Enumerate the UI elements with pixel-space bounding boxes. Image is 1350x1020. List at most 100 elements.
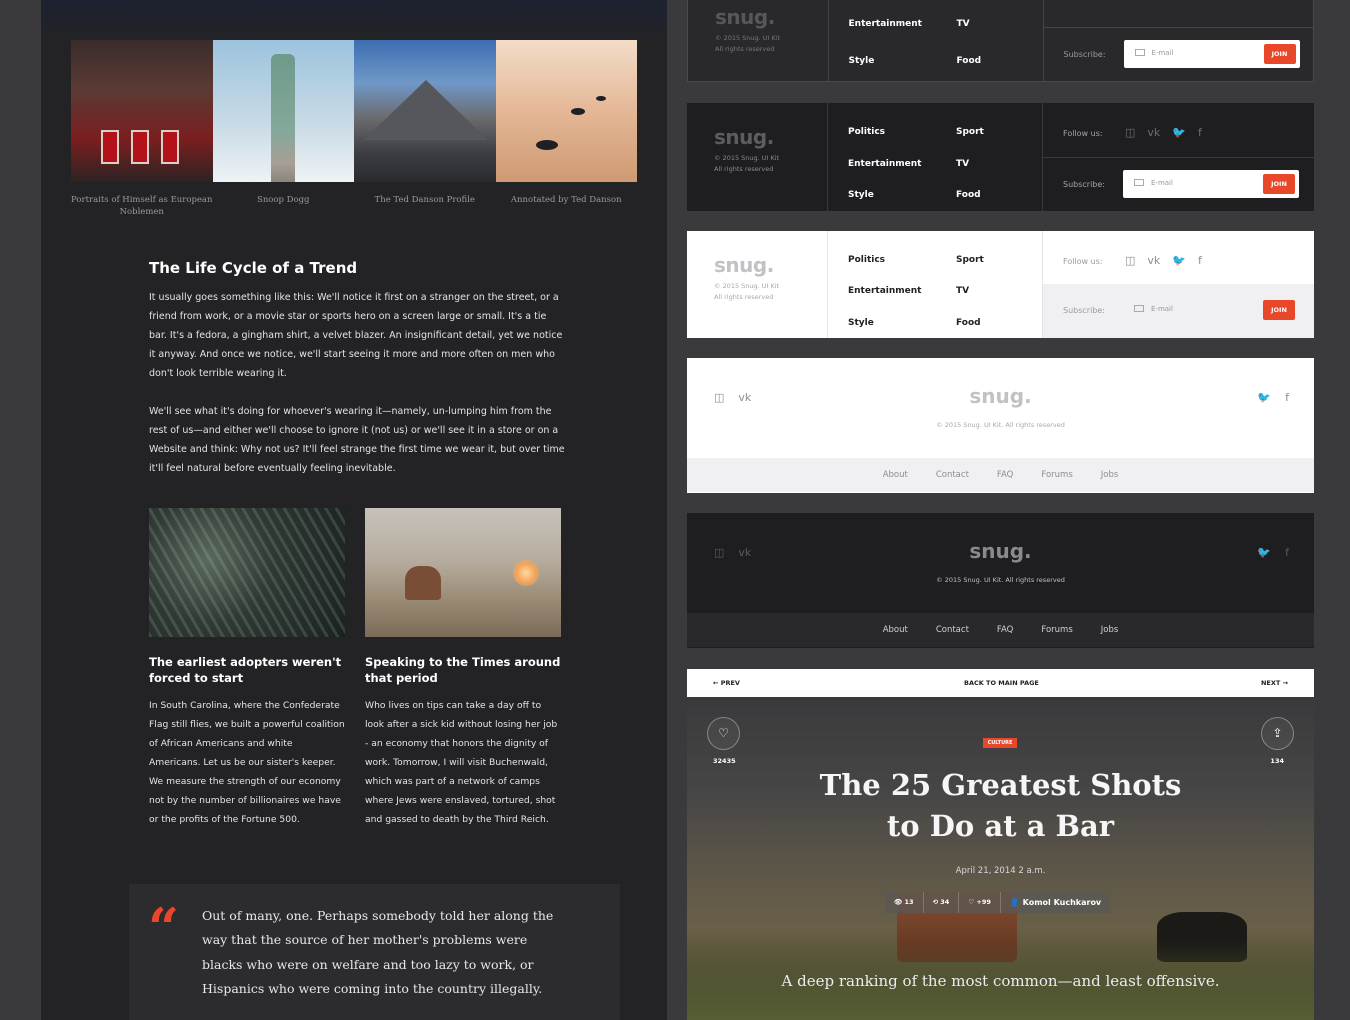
footer-nav-faq[interactable]: FAQ [997, 470, 1013, 480]
subscribe-label: Subscribe: [1063, 50, 1106, 59]
footer-centered-light: ◫ vk snug. © 2015 Snug. UI Kit. All righ… [687, 358, 1314, 493]
email-field[interactable]: E-mail JOIN [1123, 170, 1299, 198]
gallery-photo-desert[interactable] [495, 40, 637, 182]
footer-variant-dark-outlined: snug. © 2015 Snug. UI Kit All rights rese… [687, 0, 1314, 82]
comments-count[interactable]: ⟲ 34 [924, 892, 960, 913]
back-to-main-button[interactable]: BACK TO MAIN PAGE [964, 679, 1039, 687]
facebook-icon[interactable]: f [1285, 391, 1289, 404]
column-heading: The earliest adopters weren't forced to … [149, 655, 342, 685]
footer-link-entertainment[interactable]: Entertainment [848, 159, 956, 180]
footer-link-style[interactable]: Style [848, 318, 956, 338]
footer-link-sport[interactable]: Sport [956, 127, 1056, 148]
like-icon[interactable]: ♡ [707, 717, 740, 750]
footer-nav-forums[interactable]: Forums [1041, 625, 1072, 635]
footer-copyright: © 2015 Snug. UI Kit All rights reserved [714, 282, 780, 301]
column-right: Speaking to the Times around that period… [365, 508, 561, 848]
footer-link-tv[interactable]: TV [957, 19, 1057, 44]
footer-nav-about[interactable]: About [883, 625, 908, 635]
prev-button[interactable]: ← PREV [713, 679, 740, 687]
gallery-photo-statue-of-liberty[interactable] [212, 40, 354, 182]
gallery-photo-music-hall[interactable] [71, 40, 213, 182]
vk-icon[interactable]: vk [1147, 126, 1160, 139]
hero-image-bottom [41, 0, 667, 40]
author-link[interactable]: 👤 Komol Kuchkarov [1001, 892, 1110, 913]
footer-link-entertainment[interactable]: Entertainment [848, 286, 956, 306]
email-field[interactable]: E-mail JOIN [1123, 40, 1300, 68]
views-count: 👁 13 [885, 892, 924, 913]
gallery-caption: Snoop Dogg [257, 195, 310, 205]
footer-link-sport[interactable]: Sport [957, 0, 1057, 8]
social-icons-right: 🐦 f [1257, 391, 1289, 404]
footer-nav-forums[interactable]: Forums [1041, 470, 1072, 480]
twitter-icon[interactable]: 🐦 [1257, 391, 1271, 404]
email-field[interactable]: E-mail JOIN [1123, 296, 1299, 324]
footer-social-subscribe: Follow us: ◫ vk 🐦 f Subscribe: E-mail JO… [1043, 231, 1314, 338]
hero-date: April 21, 2014 2 a.m. [955, 866, 1046, 876]
join-button[interactable]: JOIN [1263, 44, 1296, 64]
footer-logo[interactable]: snug. [714, 125, 779, 149]
hero-background-image: ♡ 32435 ⇪ 134 CULTURE The 25 Greatest Sh… [687, 697, 1314, 1020]
next-button[interactable]: NEXT → [1261, 679, 1288, 687]
footer-nav-contact[interactable]: Contact [936, 625, 969, 635]
footer-link-style[interactable]: Style [848, 190, 956, 211]
footer-link-tv[interactable]: TV [956, 159, 1056, 180]
footer-link-politics[interactable]: Politics [849, 0, 957, 8]
follow-label: Follow us: [1063, 129, 1103, 138]
footer-centered-top: ◫ vk snug. © 2015 Snug. UI Kit. All righ… [687, 513, 1314, 613]
column-heading: Speaking to the Times around that period [365, 655, 561, 685]
footer-link-tv[interactable]: TV [956, 286, 1056, 306]
footer-nav-about[interactable]: About [883, 470, 908, 480]
join-button[interactable]: JOIN [1263, 174, 1295, 194]
article-paragraph: It usually goes something like this: We'… [149, 292, 563, 379]
mail-icon [1134, 49, 1145, 56]
column-image-deer[interactable] [365, 508, 561, 637]
instagram-icon[interactable]: ◫ [1125, 254, 1135, 267]
hero-deck: A deep ranking of the most common—and le… [781, 972, 1220, 990]
footer-logo[interactable]: snug. [687, 384, 1314, 408]
facebook-icon[interactable]: f [1198, 254, 1202, 267]
likes-count[interactable]: ♡ +99 [959, 892, 1001, 913]
photo-gallery [71, 40, 637, 182]
footer-link-food[interactable]: Food [956, 318, 1056, 338]
instagram-icon[interactable]: ◫ [1125, 126, 1135, 139]
article-stats: 👁 13 ⟲ 34 ♡ +99 👤 Komol Kuchkarov [885, 892, 1111, 913]
footer-link-politics[interactable]: Politics [848, 127, 956, 148]
footer-nav-jobs[interactable]: Jobs [1101, 470, 1119, 480]
category-tag[interactable]: CULTURE [983, 738, 1017, 748]
column-image-forest[interactable] [149, 508, 345, 637]
facebook-icon[interactable]: f [1198, 126, 1202, 139]
twitter-icon[interactable]: 🐦 [1257, 546, 1271, 559]
footer-brand: snug. © 2015 Snug. UI Kit All rights rese… [687, 231, 828, 338]
footer-logo[interactable]: snug. [687, 539, 1314, 563]
share-icon[interactable]: ⇪ [1261, 717, 1294, 750]
vk-icon[interactable]: vk [1147, 254, 1160, 267]
footer-nav-jobs[interactable]: Jobs [1101, 625, 1119, 635]
footer-logo[interactable]: snug. [715, 5, 780, 29]
article-nav-bar: ← PREV BACK TO MAIN PAGE NEXT → [687, 669, 1314, 697]
footer-copyright: © 2015 Snug. UI Kit. All rights reserved [936, 421, 1065, 429]
gallery-captions: Portraits of Himself as European Nobleme… [71, 194, 637, 218]
twitter-icon[interactable]: 🐦 [1172, 254, 1186, 267]
join-button[interactable]: JOIN [1263, 300, 1295, 320]
footer-link-sport[interactable]: Sport [956, 255, 1056, 275]
hero-title: The 25 Greatest Shots to Do at a Bar [819, 768, 1182, 843]
article-panel: Portraits of Himself as European Nobleme… [41, 0, 667, 1020]
facebook-icon[interactable]: f [1285, 546, 1289, 559]
footer-nav-contact[interactable]: Contact [936, 470, 969, 480]
column-left: The earliest adopters weren't forced to … [149, 508, 345, 848]
footer-logo[interactable]: snug. [714, 253, 779, 277]
footer-link-food[interactable]: Food [956, 190, 1056, 211]
footer-link-politics[interactable]: Politics [848, 255, 956, 275]
gallery-photo-mountains[interactable] [354, 40, 496, 182]
column-body: In South Carolina, where the Confederate… [149, 700, 345, 825]
footer-link-entertainment[interactable]: Entertainment [849, 19, 957, 44]
footer-social-subscribe: Follow us: ◫ vk 🐦 f Subscribe: E-mail JO… [1043, 0, 1313, 81]
footer-nav-faq[interactable]: FAQ [997, 625, 1013, 635]
like-count: 32435 [713, 757, 736, 765]
email-placeholder: E-mail [1151, 49, 1174, 57]
twitter-icon[interactable]: 🐦 [1172, 126, 1186, 139]
footer-centered-dark: ◫ vk snug. © 2015 Snug. UI Kit. All righ… [687, 513, 1314, 648]
footer-link-food[interactable]: Food [957, 56, 1057, 81]
mail-icon [1134, 305, 1144, 312]
footer-link-style[interactable]: Style [849, 56, 957, 81]
